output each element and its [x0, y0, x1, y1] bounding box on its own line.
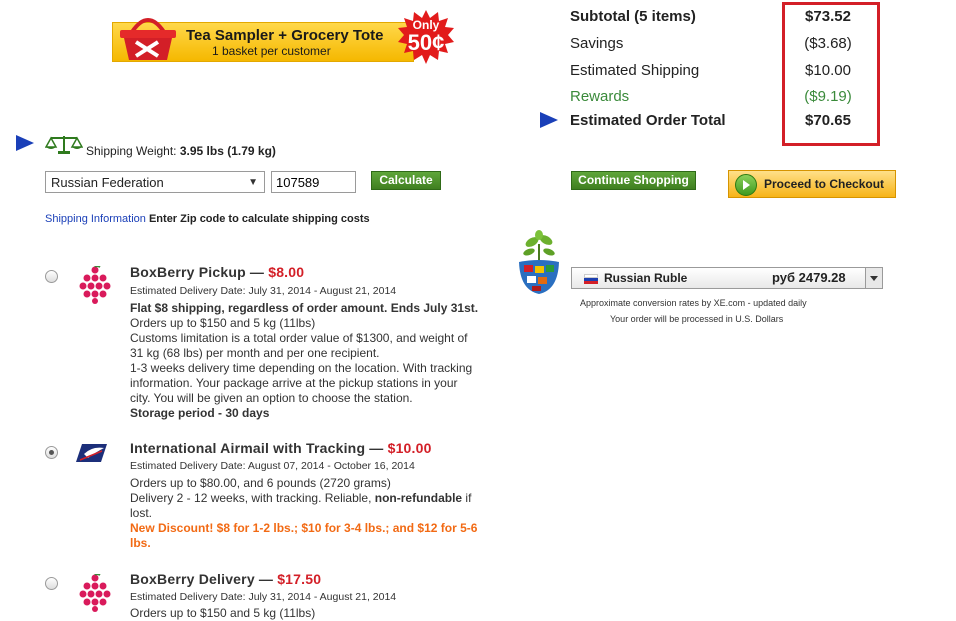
play-icon: [735, 174, 757, 196]
zip-input[interactable]: [271, 171, 356, 193]
boxberry-pickup-delivery-date: Estimated Delivery Date: July 31, 2014 -…: [130, 285, 397, 297]
russia-flag-icon: [584, 274, 598, 284]
boxberry-pickup-radio[interactable]: [45, 270, 58, 283]
country-select-value: Russian Federation: [51, 175, 164, 190]
totals-highlight-box: [782, 2, 880, 146]
savings-label: Savings: [570, 35, 624, 52]
currency-select[interactable]: Russian Ruble руб 2479.28: [571, 267, 883, 289]
promo-banner[interactable]: Tea Sampler + Grocery Tote 1 basket per …: [112, 10, 454, 64]
boxberry-delivery-title: BoxBerry Delivery — $17.50: [130, 571, 321, 587]
usps-eagle-icon: [76, 444, 107, 462]
subtotal-label: Subtotal (5 items): [570, 8, 696, 25]
shipping-label: Estimated Shipping: [570, 62, 700, 79]
international-airmail-delivery-date: Estimated Delivery Date: August 07, 2014…: [130, 460, 415, 472]
option-line: Flat $8 shipping, regardless of order am…: [130, 301, 479, 315]
conversion-note: Approximate conversion rates by XE.com -…: [580, 298, 807, 308]
option-name: International Airmail with Tracking —: [130, 440, 388, 456]
boxberry-pickup-description: Flat $8 shipping, regardless of order am…: [130, 301, 480, 421]
boxberry-delivery-delivery-date: Estimated Delivery Date: July 31, 2014 -…: [130, 591, 397, 603]
option-line: Storage period - 30 days: [130, 406, 270, 420]
shipping-weight-arrow-icon: [16, 135, 34, 151]
processed-in-usd-note: Your order will be processed in U.S. Dol…: [610, 314, 784, 324]
option-line: Orders up to $80.00, and 6 pounds (2720 …: [130, 476, 391, 490]
world-plant-icon: [519, 230, 559, 294]
rewards-label: Rewards: [570, 88, 630, 105]
order-total-label: Estimated Order Total: [570, 112, 726, 129]
currency-dropdown-icon[interactable]: [865, 268, 882, 288]
option-line-part: Delivery 2 - 12 weeks, with tracking. Re…: [130, 491, 375, 505]
option-line: Orders up to $150 and 5 kg (11lbs): [130, 316, 316, 330]
price-badge: Only 50¢: [398, 10, 454, 66]
shipping-weight: Shipping Weight: 3.95 lbs (1.79 kg): [86, 144, 276, 158]
shipping-info: Shipping Information Enter Zip code to c…: [45, 213, 370, 225]
order-total-arrow-icon: [540, 112, 558, 128]
checkout-label: Proceed to Checkout: [764, 177, 885, 191]
banner-subtitle: 1 basket per customer: [212, 44, 331, 58]
option-line: Orders up to $150 and 5 kg (11lbs): [130, 606, 316, 620]
shipping-info-instruction: Enter Zip code to calculate shipping cos…: [148, 213, 370, 225]
scale-icon: [45, 136, 83, 154]
option-price: $17.50: [277, 571, 322, 587]
discount-text: New Discount! $8 for 1-2 lbs.; $10 for 3…: [130, 521, 478, 550]
boxberry-delivery-radio[interactable]: [45, 577, 58, 590]
badge-price-text: 50¢: [407, 30, 445, 55]
shipping-weight-label: Shipping Weight:: [86, 144, 177, 158]
international-airmail-description: Orders up to $80.00, and 6 pounds (2720 …: [130, 476, 480, 551]
international-airmail-radio[interactable]: [45, 446, 58, 459]
option-line: Customs limitation is a total order valu…: [130, 331, 468, 360]
boxberry-pickup-title: BoxBerry Pickup — $8.00: [130, 264, 304, 280]
boxberry-logo-icon: [79, 574, 111, 612]
option-price: $10.00: [387, 440, 432, 456]
banner-title: Tea Sampler + Grocery Tote: [186, 27, 384, 44]
shipping-weight-value: 3.95 lbs (1.79 kg): [179, 144, 276, 158]
option-line: Delivery 2 - 12 weeks, with tracking. Re…: [130, 491, 480, 521]
proceed-to-checkout-button[interactable]: Proceed to Checkout: [728, 170, 896, 198]
country-select[interactable]: Russian Federation ▼: [45, 171, 265, 193]
chevron-down-icon: ▼: [248, 177, 258, 188]
boxberry-logo-icon: [79, 266, 111, 304]
calculate-button[interactable]: Calculate: [371, 171, 441, 190]
basket-icon: [120, 18, 176, 60]
continue-shopping-button[interactable]: Continue Shopping: [571, 171, 696, 190]
currency-name: Russian Ruble: [604, 271, 688, 285]
boxberry-delivery-description: Orders up to $150 and 5 kg (11lbs): [130, 606, 480, 621]
currency-amount: руб 2479.28: [772, 270, 846, 285]
international-airmail-title: International Airmail with Tracking — $1…: [130, 440, 432, 456]
option-price: $8.00: [268, 264, 305, 280]
option-line: 1-3 weeks delivery time depending on the…: [130, 361, 473, 405]
non-refundable-text: non-refundable: [374, 491, 463, 505]
option-name: BoxBerry Pickup —: [130, 264, 269, 280]
option-name: BoxBerry Delivery —: [130, 571, 278, 587]
shipping-information-link[interactable]: Shipping Information: [45, 213, 146, 225]
